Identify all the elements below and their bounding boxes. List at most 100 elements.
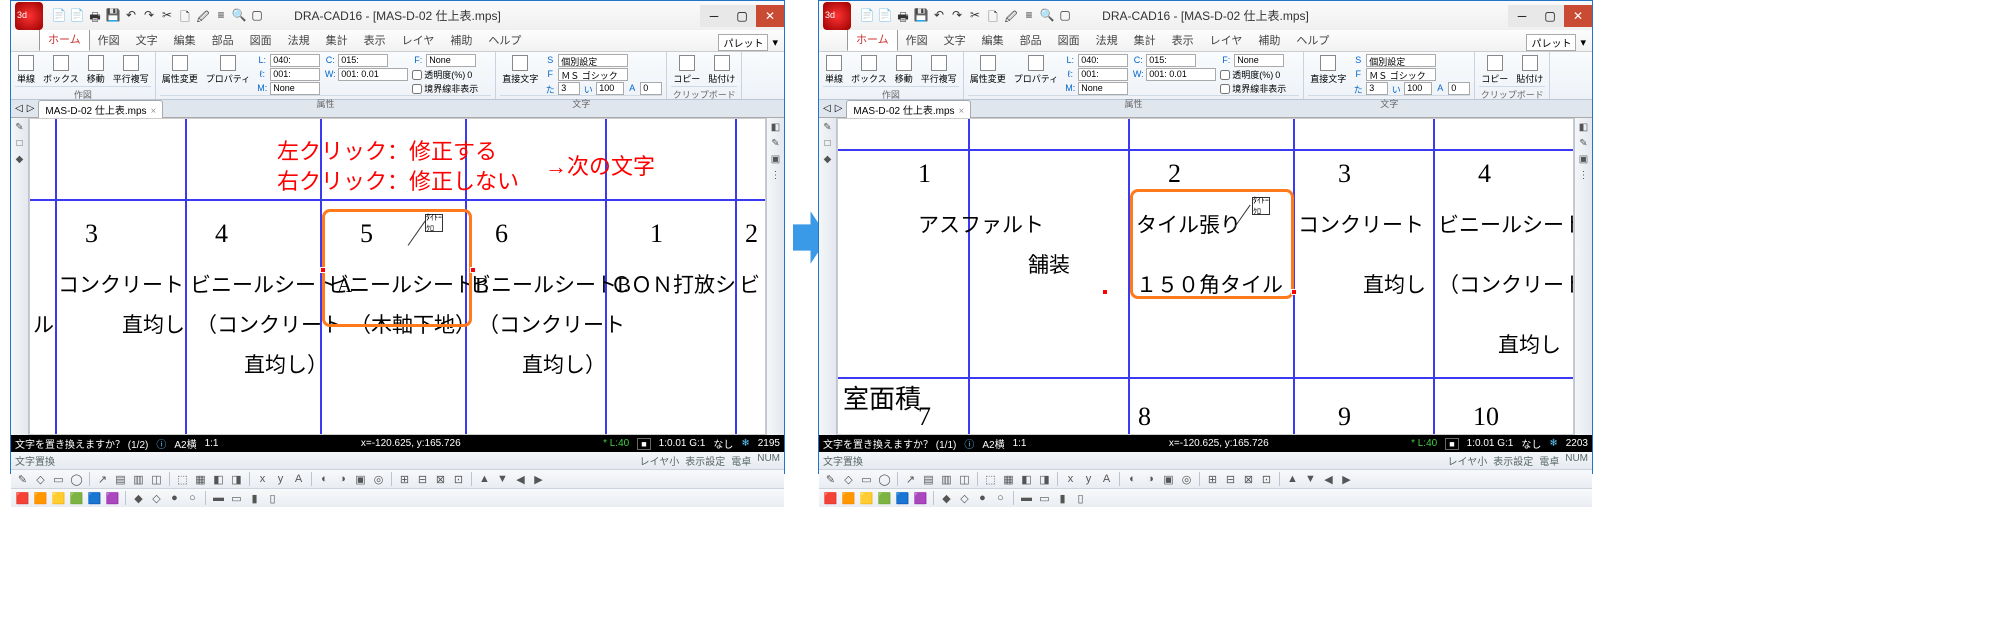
tb-icon[interactable]: ▲ bbox=[477, 472, 492, 487]
property-button[interactable]: プロパティ bbox=[1012, 54, 1060, 86]
qat-new-icon[interactable]: 📄 bbox=[51, 8, 67, 24]
qat-save-icon[interactable]: 💾 bbox=[913, 8, 929, 24]
qat-edit-icon[interactable]: 🖉 bbox=[195, 8, 211, 24]
height-field[interactable]: 3 bbox=[558, 82, 580, 95]
tb-icon[interactable]: ◑ bbox=[335, 472, 350, 487]
tab-drawing[interactable]: 図面 bbox=[1050, 29, 1088, 51]
tb-icon[interactable]: ▭ bbox=[51, 472, 66, 487]
direct-text-button[interactable]: 直接文字 bbox=[1308, 54, 1348, 86]
tb-icon[interactable]: ↗ bbox=[95, 472, 110, 487]
property-button[interactable]: プロパティ bbox=[204, 54, 252, 86]
tb-icon[interactable]: 🟥 bbox=[15, 491, 30, 506]
tb-icon[interactable]: ◇ bbox=[149, 491, 164, 506]
tab-text[interactable]: 文字 bbox=[936, 29, 974, 51]
sb-icon[interactable]: □ bbox=[821, 138, 835, 152]
handle-icon[interactable] bbox=[1102, 289, 1108, 295]
tb-icon[interactable]: ⊟ bbox=[1223, 472, 1238, 487]
copy-button[interactable]: コピー bbox=[1479, 54, 1510, 86]
move-button[interactable]: 移動 bbox=[893, 54, 915, 86]
document-tab[interactable]: MAS-D-02 仕上表.mps× bbox=[38, 100, 163, 118]
tb-icon[interactable]: ▮ bbox=[247, 491, 262, 506]
nav-left-icon[interactable]: ◁ bbox=[823, 103, 831, 114]
qat-rect-icon[interactable]: ▢ bbox=[1057, 8, 1073, 24]
tab-help[interactable]: ヘルプ bbox=[480, 29, 529, 51]
sb-icon[interactable]: ▣ bbox=[1577, 154, 1591, 168]
tb-icon[interactable]: ◇ bbox=[841, 472, 856, 487]
tb-icon[interactable]: ⊞ bbox=[397, 472, 412, 487]
qat-save-icon[interactable]: 💾 bbox=[105, 8, 121, 24]
height-field[interactable]: 3 bbox=[1366, 82, 1388, 95]
tb-icon[interactable]: ▶ bbox=[1339, 472, 1354, 487]
tb-icon[interactable]: ◯ bbox=[877, 472, 892, 487]
minimize-button[interactable]: ─ bbox=[1508, 5, 1536, 27]
status-grid[interactable]: 1:0.01 G:1 bbox=[1467, 438, 1514, 449]
tab-home[interactable]: ホーム bbox=[847, 27, 898, 51]
tb-icon[interactable]: x bbox=[255, 472, 270, 487]
maximize-button[interactable]: ▢ bbox=[1536, 5, 1564, 27]
linetype-field[interactable]: 001: bbox=[1078, 68, 1128, 81]
tab-sum[interactable]: 集計 bbox=[318, 29, 356, 51]
tab-draw[interactable]: 作図 bbox=[90, 29, 128, 51]
nav-right-icon[interactable]: ▷ bbox=[27, 103, 35, 114]
tb-icon[interactable]: ◀ bbox=[1321, 472, 1336, 487]
parallel-copy-button[interactable]: 平行複写 bbox=[919, 54, 959, 86]
qat-new-icon[interactable]: 📄 bbox=[859, 8, 875, 24]
linetype-field[interactable]: 001: bbox=[270, 68, 320, 81]
sb-icon[interactable]: ✎ bbox=[13, 122, 27, 136]
tab-layer[interactable]: レイヤ bbox=[1202, 29, 1251, 51]
tb-icon[interactable]: ▮ bbox=[1055, 491, 1070, 506]
tb-icon[interactable]: ◨ bbox=[229, 472, 244, 487]
tb-icon[interactable]: ▼ bbox=[495, 472, 510, 487]
sb-icon[interactable]: ◆ bbox=[13, 154, 27, 168]
layer-field[interactable]: 040: bbox=[1078, 54, 1128, 67]
sb-icon[interactable]: ✎ bbox=[1577, 138, 1591, 152]
qat-undo-icon[interactable]: ↶ bbox=[123, 8, 139, 24]
tb-icon[interactable]: ◇ bbox=[33, 472, 48, 487]
material-field[interactable]: None bbox=[1078, 82, 1128, 95]
tb-icon[interactable]: 🟨 bbox=[859, 491, 874, 506]
tab-aux[interactable]: 補助 bbox=[442, 29, 480, 51]
tb-icon[interactable]: ▭ bbox=[859, 472, 874, 487]
qat-undo-icon[interactable]: ↶ bbox=[931, 8, 947, 24]
status-none[interactable]: なし bbox=[1521, 436, 1541, 451]
tb-icon[interactable]: ⬚ bbox=[983, 472, 998, 487]
qat-cut-icon[interactable]: ✂ bbox=[159, 8, 175, 24]
tab-sum[interactable]: 集計 bbox=[1126, 29, 1164, 51]
style-field[interactable]: 個別設定 bbox=[1366, 54, 1436, 67]
tb-icon[interactable]: y bbox=[1081, 472, 1096, 487]
palette-chevron-icon[interactable]: ▾ bbox=[1580, 36, 1586, 49]
tab-edit[interactable]: 編集 bbox=[974, 29, 1012, 51]
qat-print-icon[interactable]: 🖶 bbox=[87, 8, 103, 24]
tb-icon[interactable]: x bbox=[1063, 472, 1078, 487]
tb-icon[interactable]: ◫ bbox=[149, 472, 164, 487]
qat-open-icon[interactable]: 📄 bbox=[69, 8, 85, 24]
calculator[interactable]: 電卓 bbox=[1539, 453, 1559, 468]
status-layer[interactable]: A2横 bbox=[982, 436, 1004, 451]
border-hide-check[interactable]: 境界線非表示 bbox=[1220, 82, 1299, 95]
qat-rect-icon[interactable]: ▢ bbox=[249, 8, 265, 24]
qat-cut-icon[interactable]: ✂ bbox=[967, 8, 983, 24]
tb-icon[interactable]: 🟧 bbox=[33, 491, 48, 506]
width-field[interactable]: 001: 0.01 bbox=[1146, 68, 1216, 81]
tb-icon[interactable]: 🟦 bbox=[87, 491, 102, 506]
tab-view[interactable]: 表示 bbox=[356, 29, 394, 51]
calculator[interactable]: 電卓 bbox=[731, 453, 751, 468]
tb-icon[interactable]: ▤ bbox=[113, 472, 128, 487]
tb-icon[interactable]: 🟥 bbox=[823, 491, 838, 506]
widthp-field[interactable]: 100 bbox=[596, 82, 624, 95]
tb-icon[interactable]: ▯ bbox=[265, 491, 280, 506]
sb-icon[interactable]: ◆ bbox=[821, 154, 835, 168]
style-field[interactable]: 個別設定 bbox=[558, 54, 628, 67]
tb-icon[interactable]: A bbox=[1099, 472, 1114, 487]
handle-icon[interactable] bbox=[1291, 289, 1297, 295]
qat-print-icon[interactable]: 🖶 bbox=[895, 8, 911, 24]
display-settings[interactable]: 表示設定 bbox=[1493, 453, 1533, 468]
color-field[interactable]: 015: bbox=[338, 54, 388, 67]
font-field[interactable]: ＭＳ ゴシック bbox=[1366, 68, 1436, 81]
widthp-field[interactable]: 100 bbox=[1404, 82, 1432, 95]
tb-icon[interactable]: ⬚ bbox=[175, 472, 190, 487]
tab-drawing[interactable]: 図面 bbox=[242, 29, 280, 51]
tb-icon[interactable]: ○ bbox=[185, 491, 200, 506]
tb-icon[interactable]: ○ bbox=[993, 491, 1008, 506]
status-layer[interactable]: A2横 bbox=[174, 436, 196, 451]
